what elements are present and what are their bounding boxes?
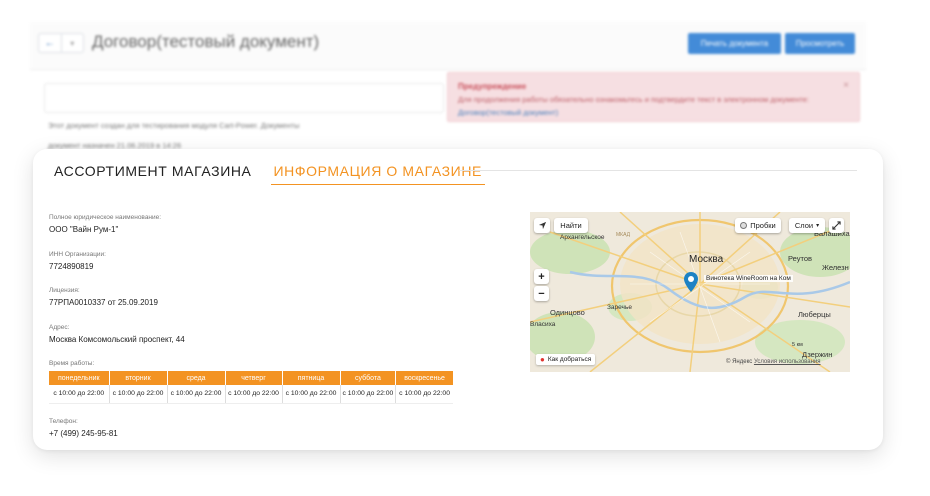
fullscreen-icon[interactable] bbox=[829, 218, 844, 233]
background-nav-group[interactable]: ← ▾ bbox=[38, 33, 84, 53]
tabs-divider bbox=[459, 170, 857, 171]
day-header: суббота bbox=[340, 371, 397, 385]
traffic-button-label: Пробки bbox=[750, 221, 776, 230]
license-field: Лицензия: 77РПА0010337 от 25.09.2019 bbox=[49, 286, 158, 308]
warning-text: Для продолжения работы обязательно ознак… bbox=[458, 95, 810, 104]
legal-name-value: ООО "Вайн Рум-1" bbox=[49, 225, 119, 234]
zoom-in-button[interactable]: + bbox=[534, 269, 549, 284]
hours-cell: с 10:00 до 22:00 bbox=[49, 385, 110, 404]
layers-button-label: Слои bbox=[794, 221, 814, 230]
map-label-lyubertsy: Люберцы bbox=[798, 310, 831, 319]
route-button[interactable]: ● Как добраться bbox=[536, 354, 596, 365]
hours-label: Время работы: bbox=[49, 360, 95, 367]
store-tabs: АССОРТИМЕНТ МАГАЗИНА ИНФОРМАЦИЯ О МАГАЗИ… bbox=[51, 163, 485, 185]
map-scale: 5 км bbox=[792, 342, 803, 348]
map-pin-label: Винотека WineRoom на Ком bbox=[704, 275, 793, 282]
legal-name-field: Полное юридическое наименование: ООО "Ва… bbox=[49, 213, 161, 235]
hours-cell: с 10:00 до 22:00 bbox=[225, 385, 283, 404]
terms-of-use-link[interactable]: Условия использования bbox=[754, 359, 821, 365]
address-field: Адрес: Москва Комсомольский проспект, 44 bbox=[49, 323, 185, 345]
map-label-zheleznodorozhny: Железн bbox=[822, 263, 849, 272]
phone-field: Телефон: +7 (499) 245-95-81 bbox=[49, 417, 118, 439]
map-label-vlasikha: Власиха bbox=[530, 321, 556, 328]
chevron-down-icon: ▾ bbox=[816, 223, 820, 229]
view-button[interactable]: Просмотреть bbox=[785, 33, 855, 54]
print-document-button[interactable]: Печать документа bbox=[688, 33, 781, 54]
inn-value: 7724890819 bbox=[49, 262, 94, 271]
warning-document-link[interactable]: Договор(тестовый документ) bbox=[458, 108, 558, 117]
yandex-copyright: © Яндекс bbox=[726, 359, 753, 365]
phone-label: Телефон: bbox=[49, 418, 78, 425]
back-arrow-icon[interactable]: ← bbox=[39, 34, 61, 52]
chevron-down-icon[interactable]: ▾ bbox=[60, 34, 84, 52]
close-icon[interactable]: × bbox=[843, 79, 849, 92]
map-pin-icon[interactable] bbox=[684, 272, 698, 292]
map-label-odintsovo: Одинцово bbox=[550, 308, 585, 317]
tab-store-info[interactable]: ИНФОРМАЦИЯ О МАГАЗИНЕ bbox=[270, 163, 485, 185]
hours-cell: с 10:00 до 22:00 bbox=[340, 385, 397, 404]
map-label-dzerzhinsky: Дзержин bbox=[802, 350, 833, 359]
zoom-out-button[interactable]: − bbox=[534, 286, 549, 301]
map-label-arkhangelskoe: Архангельское bbox=[560, 234, 605, 241]
map-label-reutov: Реутов bbox=[788, 254, 813, 263]
map-copyright: © Яндекс Условия использования bbox=[726, 359, 821, 365]
day-header: понедельник bbox=[49, 371, 110, 385]
warning-title: Предупреждение bbox=[458, 82, 527, 91]
hours-cell: с 10:00 до 22:00 bbox=[395, 385, 453, 404]
warning-alert: × Предупреждение Для продолжения работы … bbox=[447, 72, 860, 122]
license-label: Лицензия: bbox=[49, 287, 80, 294]
working-hours-table: понедельник вторник среда четверг пятниц… bbox=[49, 371, 453, 404]
hours-cell: с 10:00 до 22:00 bbox=[167, 385, 226, 404]
find-button[interactable]: Найти bbox=[554, 218, 588, 233]
map-label-zarechye: Заречье bbox=[607, 304, 632, 311]
traffic-icon bbox=[740, 222, 748, 229]
hours-cell: с 10:00 до 22:00 bbox=[282, 385, 341, 404]
layers-button[interactable]: Слои ▾ bbox=[789, 218, 825, 233]
phone-value: +7 (499) 245-95-81 bbox=[49, 429, 118, 438]
store-card: АССОРТИМЕНТ МАГАЗИНА ИНФОРМАЦИЯ О МАГАЗИ… bbox=[33, 149, 883, 450]
hours-field: Время работы: bbox=[49, 359, 94, 368]
day-header: среда bbox=[167, 371, 226, 385]
inn-label: ИНН Организации: bbox=[49, 251, 106, 258]
document-created-text: Этот документ создан для тестирования мо… bbox=[48, 121, 300, 130]
traffic-button[interactable]: Пробки bbox=[735, 218, 781, 233]
day-header: четверг bbox=[225, 371, 283, 385]
address-label: Адрес: bbox=[49, 324, 70, 331]
hours-row: с 10:00 до 22:00 с 10:00 до 22:00 с 10:0… bbox=[49, 385, 453, 404]
document-title: Договор(тестовый документ) bbox=[92, 32, 320, 51]
hours-cell: с 10:00 до 22:00 bbox=[109, 385, 168, 404]
location-arrow-icon[interactable] bbox=[534, 218, 550, 233]
day-header: пятница bbox=[282, 371, 341, 385]
store-map[interactable]: Москва Архангельское Балашиха Реутов Жел… bbox=[530, 212, 850, 372]
tab-assortment[interactable]: АССОРТИМЕНТ МАГАЗИНА bbox=[51, 163, 255, 185]
document-input[interactable] bbox=[44, 83, 444, 113]
hours-header-row: понедельник вторник среда четверг пятниц… bbox=[49, 371, 453, 385]
day-header: воскресенье bbox=[395, 371, 453, 385]
inn-field: ИНН Организации: 7724890819 bbox=[49, 250, 106, 272]
license-value: 77РПА0010337 от 25.09.2019 bbox=[49, 298, 158, 307]
map-label-mkad: МКАД bbox=[616, 232, 630, 238]
legal-name-label: Полное юридическое наименование: bbox=[49, 214, 162, 221]
day-header: вторник bbox=[109, 371, 168, 385]
address-value: Москва Комсомольский проспект, 44 bbox=[49, 335, 185, 344]
route-pin-icon: ● bbox=[540, 355, 545, 364]
map-label-moscow: Москва bbox=[689, 254, 724, 265]
route-button-label: Как добраться bbox=[547, 356, 592, 363]
